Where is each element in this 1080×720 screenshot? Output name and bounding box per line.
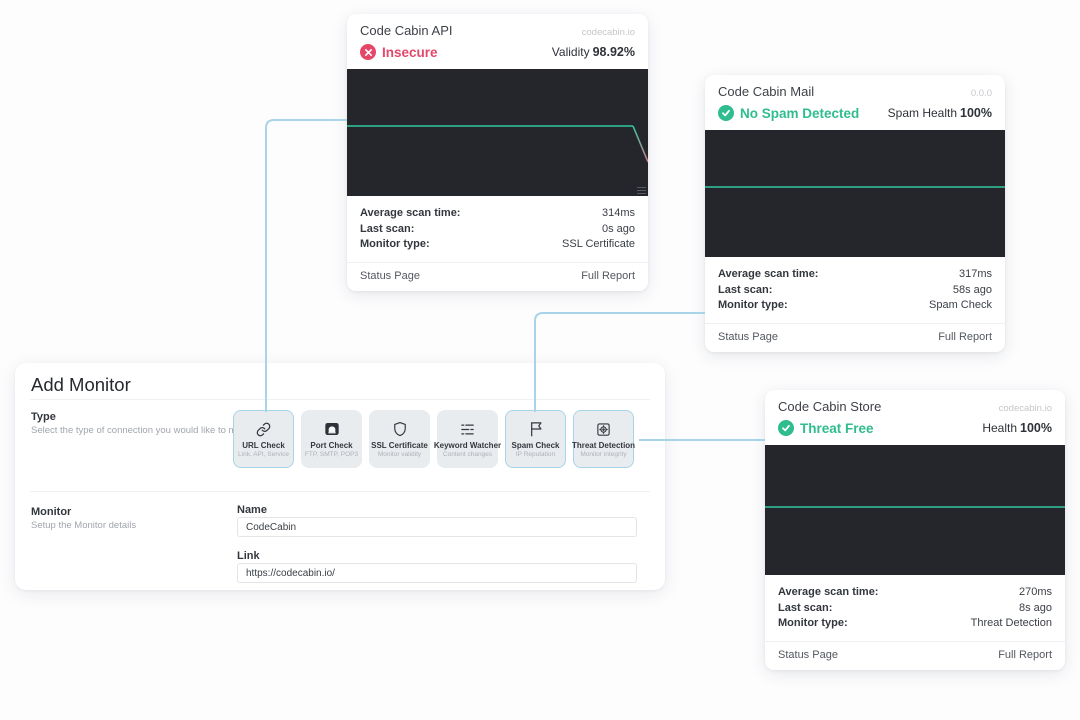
name-field-label: Name [237,504,267,516]
resize-grip-icon [637,185,646,194]
tile-sublabel: FTP, SMTP, POP3 [305,451,358,458]
status-page-link[interactable]: Status Page [718,331,778,343]
tile-sublabel: Link, API, Service [238,451,289,458]
panel-title: Add Monitor [31,374,131,396]
tile-ssl-certificate[interactable]: SSL Certificate Monitor validity [369,410,430,468]
card-title: Code Cabin Mail [718,84,814,99]
check-circle-icon [718,105,734,121]
card-code-cabin-store: Code Cabin Store codecabin.io Threat Fre… [765,390,1065,670]
card-header: Code Cabin Store codecabin.io Threat Fre… [765,390,1065,445]
tile-sublabel: Monitor integrity [580,451,626,458]
card-domain: 0.0.0 [971,88,992,99]
tile-port-check[interactable]: Port Check FTP, SMTP, POP3 [301,410,362,468]
status-page-link[interactable]: Status Page [778,649,838,661]
type-section-description: Select the type of connection you would … [31,425,260,436]
tile-sublabel: Content changes [443,451,492,458]
stat-label: Monitor type: [778,616,848,632]
tile-threat-detection[interactable]: Threat Detection Monitor integrity [573,410,634,468]
link-input[interactable] [237,563,637,583]
tile-label: Threat Detection [572,441,635,450]
tile-url-check[interactable]: URL Check Link, API, Service [233,410,294,468]
type-section-label: Type [31,411,56,423]
card-code-cabin-api: Code Cabin API codecabin.io Insecure Val… [347,14,648,291]
card-header: Code Cabin Mail 0.0.0 No Spam Detected S… [705,75,1005,130]
link-icon [256,421,271,438]
stat-label: Last scan: [778,601,832,617]
stat-value: 8s ago [1019,601,1052,617]
full-report-link[interactable]: Full Report [998,649,1052,661]
divider [30,491,650,492]
monitor-type-tiles: URL Check Link, API, Service Port Check … [233,410,634,468]
metric-value: 100% [960,106,992,120]
status-text: No Spam Detected [740,106,859,121]
tile-sublabel: IP Reputation [516,451,555,458]
tile-label: Spam Check [511,441,559,450]
safe-icon [596,421,611,438]
tile-sublabel: Monitor validity [378,451,421,458]
stat-label: Average scan time: [778,585,878,601]
card-stats: Average scan time: 317ms Last scan: 58s ag… [705,257,1005,323]
tile-keyword-watcher[interactable]: Keyword Watcher Content changes [437,410,498,468]
card-code-cabin-mail: Code Cabin Mail 0.0.0 No Spam Detected S… [705,75,1005,352]
stat-label: Last scan: [718,283,772,299]
tile-label: Keyword Watcher [434,441,501,450]
stat-value: Threat Detection [971,616,1052,632]
link-field-label: Link [237,550,260,562]
shield-icon [393,421,407,438]
full-report-link[interactable]: Full Report [938,331,992,343]
tile-label: Port Check [310,441,352,450]
metric-value: 100% [1020,421,1052,435]
stat-value: 270ms [1019,585,1052,601]
stat-value: 317ms [959,267,992,283]
flag-icon [529,421,543,438]
check-circle-icon [778,420,794,436]
monitor-section-label: Monitor [31,506,71,518]
tile-label: SSL Certificate [371,441,428,450]
card-domain: codecabin.io [582,27,635,38]
error-circle-icon [360,44,376,60]
status-text: Insecure [382,45,438,60]
stat-label: Average scan time: [718,267,818,283]
add-monitor-panel: Add Monitor Type Select the type of conn… [15,363,665,590]
stat-label: Last scan: [360,222,414,238]
status-text: Threat Free [800,421,874,436]
divider [30,399,650,400]
validity-sparkline [347,69,648,196]
dashboard-canvas: Code Cabin API codecabin.io Insecure Val… [0,0,1080,720]
card-title: Code Cabin Store [778,399,881,414]
monitor-section-description: Setup the Monitor details [31,520,136,531]
metric-label: Spam Health [888,106,957,120]
metric-value: 98.92% [593,45,635,59]
full-report-link[interactable]: Full Report [581,270,635,282]
status-page-link[interactable]: Status Page [360,270,420,282]
stat-label: Monitor type: [718,298,788,314]
name-input[interactable] [237,517,637,537]
stat-value: 314ms [602,206,635,222]
stat-value: SSL Certificate [562,237,635,253]
health-sparkline [765,445,1065,575]
stat-value: 0s ago [602,222,635,238]
ethernet-port-icon [324,421,340,438]
metric-label: Health [982,421,1017,435]
stat-label: Monitor type: [360,237,430,253]
card-header: Code Cabin API codecabin.io Insecure Val… [347,14,648,69]
list-lines-icon [460,421,475,438]
stat-value: Spam Check [929,298,992,314]
card-stats: Average scan time: 314ms Last scan: 0s ago… [347,196,648,262]
card-title: Code Cabin API [360,23,453,38]
card-domain: codecabin.io [999,403,1052,414]
card-stats: Average scan time: 270ms Last scan: 8s ago… [765,575,1065,641]
stat-label: Average scan time: [360,206,460,222]
tile-spam-check[interactable]: Spam Check IP Reputation [505,410,566,468]
spam-health-sparkline [705,130,1005,257]
tile-label: URL Check [242,441,285,450]
stat-value: 58s ago [953,283,992,299]
metric-label: Validity [552,45,590,59]
